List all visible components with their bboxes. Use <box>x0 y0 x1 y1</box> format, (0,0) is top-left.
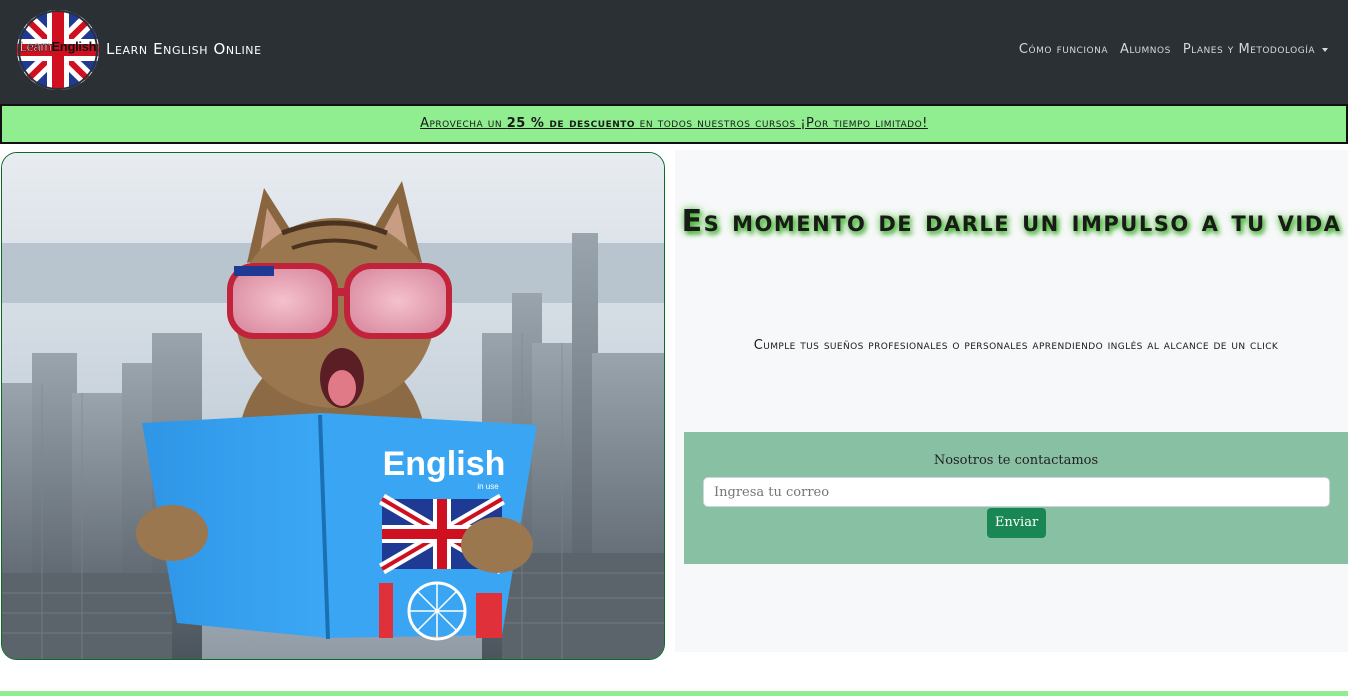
email-field[interactable] <box>703 477 1330 507</box>
nav-link-como-funciona[interactable]: Cómo funciona <box>1019 42 1108 57</box>
hero-headline: Es momento de darle un impulso a tu vida <box>681 204 1342 239</box>
contact-form: Nosotros te contactamos Enviar <box>684 432 1348 564</box>
promo-text-before: Aprovecha un <box>420 116 507 131</box>
promo-banner: Aprovecha un 25 % de descuento en todos … <box>0 104 1348 144</box>
nav-links: Cómo funciona Alumnos Planes y Metodolog… <box>1019 42 1328 57</box>
logo-text-learn: Learn <box>19 39 52 54</box>
bottom-divider <box>0 691 1348 696</box>
book-subtitle: in use <box>477 482 499 491</box>
navbar: LearnEnglish Learn English Online Cómo f… <box>0 0 1348 104</box>
submit-button[interactable]: Enviar <box>987 508 1046 538</box>
hero-text-panel: Es momento de darle un impulso a tu vida… <box>675 150 1348 652</box>
logo-text-english: English <box>51 39 97 54</box>
nav-dropdown-planes[interactable]: Planes y Metodología <box>1183 42 1328 57</box>
promo-discount: 25 % de descuento <box>506 116 636 131</box>
dropdown-caret-icon <box>1322 47 1328 52</box>
nav-dropdown-label: Planes y Metodología <box>1182 42 1315 57</box>
hero-image: English in use <box>1 152 665 660</box>
promo-text-after: en todos nuestros cursos ¡Por tiempo lim… <box>635 116 928 131</box>
contact-label: Nosotros te contactamos <box>933 453 1099 468</box>
nav-link-alumnos[interactable]: Alumnos <box>1120 42 1171 57</box>
site-logo[interactable]: LearnEnglish <box>17 10 99 90</box>
hero-subline: Cumple tus sueños profesionales o person… <box>753 338 1279 353</box>
book-title: English <box>383 445 506 483</box>
brand-name[interactable]: Learn English Online <box>106 40 262 58</box>
promo-link[interactable]: Aprovecha un 25 % de descuento en todos … <box>420 116 928 131</box>
logo-text: LearnEnglish <box>17 39 99 54</box>
